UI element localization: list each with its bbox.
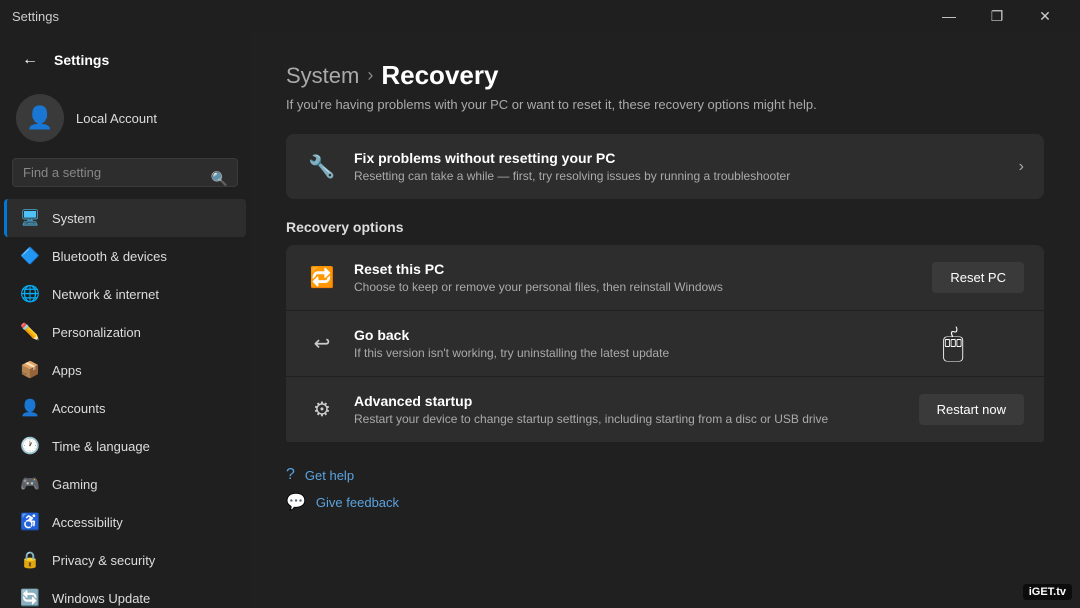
back-button[interactable]: ← — [16, 46, 44, 74]
accessibility-icon: ♿ — [20, 512, 40, 532]
cursor-hand: 🖱 — [942, 322, 964, 365]
sidebar-item-privacy[interactable]: 🔒 Privacy & security — [4, 541, 246, 579]
sidebar-item-network[interactable]: 🌐 Network & internet — [4, 275, 246, 313]
feedback-icon: 💬 — [286, 492, 306, 512]
advanced-startup-title: Advanced startup — [354, 393, 903, 409]
sidebar: ← Settings 👤 Local Account 🔍 🖥 System 🔷 … — [0, 32, 250, 608]
sidebar-item-label: Windows Update — [52, 591, 150, 606]
reset-pc-desc: Choose to keep or remove your personal f… — [354, 280, 916, 294]
give-feedback-label: Give feedback — [316, 495, 399, 510]
search-input[interactable] — [12, 158, 238, 187]
sidebar-item-label: System — [52, 211, 95, 226]
recovery-cards-group: 🔁 Reset this PC Choose to keep or remove… — [286, 245, 1044, 446]
advanced-startup-desc: Restart your device to change startup se… — [354, 412, 903, 426]
recovery-card-go-back: ↩ Go back If this version isn't working,… — [286, 311, 1044, 376]
gaming-icon: 🎮 — [20, 474, 40, 494]
title-bar-title: Settings — [12, 9, 59, 24]
reset-pc-button[interactable]: Reset PC — [932, 262, 1024, 293]
get-help-link[interactable]: ? Get help — [286, 466, 1044, 484]
minimize-button[interactable]: — — [926, 0, 972, 32]
sidebar-item-accounts[interactable]: 👤 Accounts — [4, 389, 246, 427]
avatar: 👤 — [16, 94, 64, 142]
restart-now-button[interactable]: Restart now — [919, 394, 1024, 425]
get-help-label: Get help — [305, 468, 354, 483]
breadcrumb-separator: › — [367, 65, 373, 86]
help-icon: ? — [286, 466, 295, 484]
fix-problems-desc: Resetting can take a while — first, try … — [354, 169, 1003, 183]
windows-update-icon: 🔄 — [20, 588, 40, 608]
title-bar: Settings — ❐ ✕ — [0, 0, 1080, 32]
privacy-icon: 🔒 — [20, 550, 40, 570]
search-icon: 🔍 — [211, 170, 228, 187]
sidebar-item-label: Bluetooth & devices — [52, 249, 167, 264]
advanced-startup-text: Advanced startup Restart your device to … — [354, 393, 903, 426]
title-bar-controls: — ❐ ✕ — [926, 0, 1068, 32]
user-profile[interactable]: 👤 Local Account — [0, 84, 250, 158]
apps-icon: 📦 — [20, 360, 40, 380]
title-bar-left: Settings — [12, 9, 59, 24]
reset-pc-text: Reset this PC Choose to keep or remove y… — [354, 261, 916, 294]
network-icon: 🌐 — [20, 284, 40, 304]
breadcrumb-current: Recovery — [381, 60, 498, 91]
chevron-right-icon: › — [1019, 158, 1024, 176]
go-back-text: Go back If this version isn't working, t… — [354, 327, 888, 360]
go-back-title: Go back — [354, 327, 888, 343]
sidebar-item-windows-update[interactable]: 🔄 Windows Update — [4, 579, 246, 608]
sidebar-nav: 🖥 System 🔷 Bluetooth & devices 🌐 Network… — [0, 199, 250, 608]
fix-problems-title: Fix problems without resetting your PC — [354, 150, 1003, 166]
personalization-icon: ✏️ — [20, 322, 40, 342]
system-icon: 🖥 — [20, 208, 40, 228]
sidebar-item-accessibility[interactable]: ♿ Accessibility — [4, 503, 246, 541]
sidebar-item-system[interactable]: 🖥 System — [4, 199, 246, 237]
page-subtitle: If you're having problems with your PC o… — [286, 97, 1044, 112]
go-back-icon: ↩ — [306, 331, 338, 356]
sidebar-item-label: Gaming — [52, 477, 98, 492]
main-content: System › Recovery If you're having probl… — [250, 32, 1080, 608]
sidebar-item-gaming[interactable]: 🎮 Gaming — [4, 465, 246, 503]
sidebar-item-label: Time & language — [52, 439, 150, 454]
sidebar-item-label: Accounts — [52, 401, 105, 416]
sidebar-item-personalization[interactable]: ✏️ Personalization — [4, 313, 246, 351]
fix-problems-text: Fix problems without resetting your PC R… — [354, 150, 1003, 183]
advanced-startup-icon: ⚙ — [306, 397, 338, 422]
app-title: Settings — [54, 52, 109, 68]
bluetooth-icon: 🔷 — [20, 246, 40, 266]
give-feedback-link[interactable]: 💬 Give feedback — [286, 492, 1044, 512]
app-window: ← Settings 👤 Local Account 🔍 🖥 System 🔷 … — [0, 32, 1080, 608]
fix-problems-card[interactable]: 🔧 Fix problems without resetting your PC… — [286, 134, 1044, 199]
go-back-desc: If this version isn't working, try unins… — [354, 346, 888, 360]
maximize-button[interactable]: ❐ — [974, 0, 1020, 32]
sidebar-item-label: Personalization — [52, 325, 141, 340]
breadcrumb-parent[interactable]: System — [286, 63, 359, 89]
fix-problems-icon: 🔧 — [306, 154, 338, 180]
sidebar-item-label: Network & internet — [52, 287, 159, 302]
reset-pc-title: Reset this PC — [354, 261, 916, 277]
sidebar-item-apps[interactable]: 📦 Apps — [4, 351, 246, 389]
sidebar-item-label: Accessibility — [52, 515, 123, 530]
sidebar-header: ← Settings — [0, 32, 250, 84]
accounts-icon: 👤 — [20, 398, 40, 418]
recovery-card-advanced: ⚙ Advanced startup Restart your device t… — [286, 377, 1044, 442]
reset-pc-icon: 🔁 — [306, 265, 338, 290]
recovery-section-label: Recovery options — [286, 219, 1044, 235]
breadcrumb: System › Recovery — [286, 60, 1044, 91]
sidebar-item-label: Privacy & security — [52, 553, 155, 568]
user-name: Local Account — [76, 111, 157, 126]
sidebar-item-time[interactable]: 🕐 Time & language — [4, 427, 246, 465]
sidebar-item-bluetooth[interactable]: 🔷 Bluetooth & devices — [4, 237, 246, 275]
search-container: 🔍 — [0, 158, 250, 199]
sidebar-item-label: Apps — [52, 363, 82, 378]
recovery-card-reset: 🔁 Reset this PC Choose to keep or remove… — [286, 245, 1044, 310]
close-button[interactable]: ✕ — [1022, 0, 1068, 32]
time-icon: 🕐 — [20, 436, 40, 456]
bottom-links: ? Get help 💬 Give feedback — [286, 466, 1044, 512]
watermark: iGET.tv — [1023, 584, 1072, 600]
